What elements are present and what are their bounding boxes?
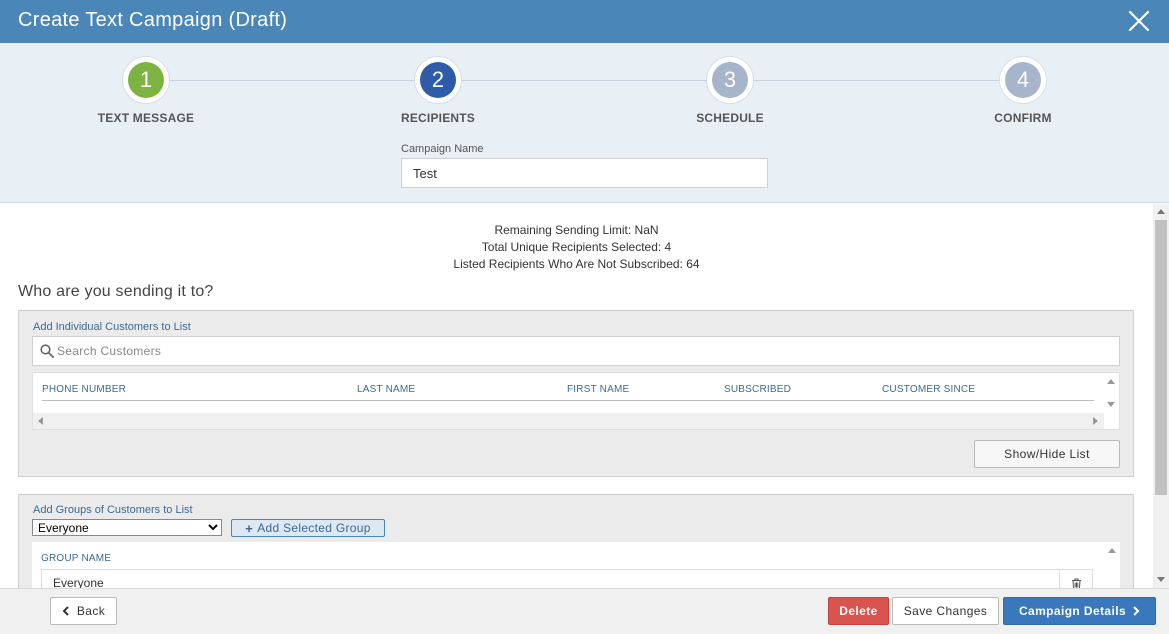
group-name-cell: Everyone [53, 576, 104, 588]
campaign-details-button[interactable]: Campaign Details [1003, 597, 1156, 625]
section-heading: Who are you sending it to? [18, 283, 214, 300]
delete-button[interactable]: Delete [828, 597, 889, 625]
scroll-down-icon[interactable] [1107, 402, 1115, 407]
search-icon [40, 344, 54, 358]
trash-icon [1071, 578, 1081, 588]
wizard-steps: 1 TEXT MESSAGE 2 RECIPIENTS 3 SCHEDULE 4… [0, 43, 1169, 203]
chevron-right-icon [1133, 606, 1140, 616]
search-box [32, 336, 1120, 366]
main-scrollbar[interactable] [1153, 204, 1169, 588]
col-last-name[interactable]: LAST NAME [357, 384, 415, 395]
back-button[interactable]: Back [50, 597, 117, 625]
scroll-left-icon[interactable] [38, 417, 43, 425]
sending-limit-text: Remaining Sending Limit: NaN [494, 223, 659, 237]
scroll-up-icon[interactable] [1107, 379, 1115, 384]
delete-group-button[interactable] [1059, 570, 1092, 588]
campaign-name-label: Campaign Name [401, 143, 484, 155]
header-divider [42, 400, 1094, 401]
step-schedule[interactable]: 3 SCHEDULE [650, 56, 810, 125]
col-phone-number[interactable]: PHONE NUMBER [42, 384, 126, 395]
save-changes-button[interactable]: Save Changes [892, 597, 999, 625]
col-customer-since[interactable]: CUSTOMER SINCE [882, 384, 975, 395]
customer-groups-panel: Add Groups of Customers to List Everyone… [18, 494, 1134, 588]
table-vertical-scrollbar[interactable] [1103, 373, 1119, 431]
col-subscribed[interactable]: SUBSCRIBED [724, 384, 791, 395]
step-2-label: RECIPIENTS [400, 111, 475, 125]
col-group-name[interactable]: GROUP NAME [41, 553, 111, 564]
back-label: Back [76, 604, 106, 618]
main-content: Remaining Sending Limit: NaN Total Uniqu… [0, 204, 1153, 588]
individual-customers-panel: Add Individual Customers to List PHONE N… [18, 310, 1134, 477]
groups-scroll-up-icon[interactable] [1108, 548, 1116, 553]
step-4-label: CONFIRM [994, 111, 1052, 125]
footer-bar: Back Delete Save Changes Campaign Detail… [0, 588, 1169, 634]
main-scroll-down-icon[interactable] [1157, 577, 1165, 582]
window-title: Create Text Campaign (Draft) [18, 9, 288, 31]
step-text-message[interactable]: 1 TEXT MESSAGE [66, 56, 226, 125]
step-3-label: SCHEDULE [696, 111, 764, 125]
scroll-right-icon[interactable] [1093, 417, 1098, 425]
table-row: Everyone [41, 569, 1093, 588]
individual-customers-label: Add Individual Customers to List [33, 321, 191, 333]
customer-groups-label: Add Groups of Customers to List [33, 504, 193, 516]
recipient-summary: Remaining Sending Limit: NaN Total Uniqu… [0, 222, 1153, 273]
close-icon[interactable] [1127, 9, 1151, 33]
group-select[interactable]: Everyone [32, 519, 222, 536]
step-3-circle: 3 [712, 62, 748, 98]
step-recipients[interactable]: 2 RECIPIENTS [358, 56, 518, 125]
search-customers-input[interactable] [57, 341, 1107, 361]
scrollbar-thumb[interactable] [1155, 220, 1167, 495]
add-selected-group-button[interactable]: + Add Selected Group [231, 519, 385, 537]
groups-table: GROUP NAME Everyone [32, 542, 1120, 588]
step-connector [146, 80, 1023, 81]
campaign-name-group: Campaign Name [401, 143, 768, 188]
add-selected-group-label: Add Selected Group [257, 521, 371, 535]
chevron-left-icon [62, 606, 69, 616]
title-bar: Create Text Campaign (Draft) [0, 0, 1169, 43]
table-horizontal-scrollbar[interactable] [33, 413, 1104, 429]
col-first-name[interactable]: FIRST NAME [567, 384, 629, 395]
show-hide-list-button[interactable]: Show/Hide List [974, 440, 1120, 468]
step-2-circle: 2 [420, 62, 456, 98]
step-1-circle: 1 [128, 62, 164, 98]
main-scroll-up-icon[interactable] [1157, 209, 1165, 214]
step-confirm[interactable]: 4 CONFIRM [943, 56, 1103, 125]
campaign-name-input[interactable] [401, 158, 768, 188]
customers-table: PHONE NUMBER LAST NAME FIRST NAME SUBSCR… [32, 372, 1120, 430]
not-subscribed-text: Listed Recipients Who Are Not Subscribed… [453, 257, 700, 271]
plus-icon: + [245, 520, 254, 536]
unique-recipients-text: Total Unique Recipients Selected: 4 [481, 240, 672, 254]
campaign-details-label: Campaign Details [1018, 604, 1127, 618]
step-1-label: TEXT MESSAGE [97, 111, 195, 125]
step-4-circle: 4 [1005, 62, 1041, 98]
